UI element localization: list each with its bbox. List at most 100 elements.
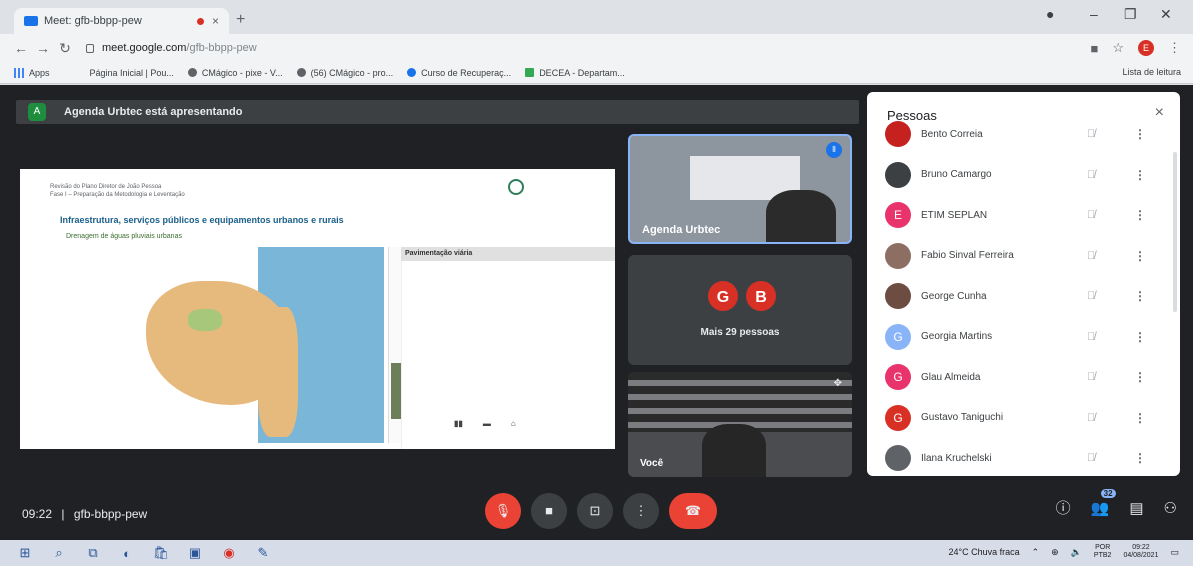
language-indicator[interactable]: POR PTB2 xyxy=(1094,544,1112,560)
hangup-icon: ☎ xyxy=(684,503,702,518)
meeting-clock: 09:22 xyxy=(22,507,53,521)
participant-name: Bento Correia xyxy=(921,128,983,140)
pen-app-icon[interactable]: ✎ xyxy=(246,545,280,561)
slide-subtitle: Drenagem de águas pluviais urbanas xyxy=(66,233,182,240)
browser-tab[interactable]: Meet: gfb-bbpp-pew × xyxy=(14,8,229,34)
volume-icon[interactable]: 🔈 xyxy=(1071,547,1082,558)
participant-row[interactable]: G Glau Almeida 🎙̸ ⋮ xyxy=(867,357,1180,398)
map-land-coast xyxy=(258,307,298,437)
bookmark-favicon-icon xyxy=(407,68,417,77)
logo-circle-icon xyxy=(508,179,524,195)
participant-avatar xyxy=(885,242,911,269)
shared-slide[interactable]: Revisão do Plano Diretor de João Pessoa … xyxy=(20,169,615,449)
bookmark-star-icon[interactable]: ☆ xyxy=(1112,40,1124,56)
slide-header-line: Fase I – Preparação da Metodologia e Lev… xyxy=(50,192,185,198)
reload-icon[interactable]: ↻ xyxy=(54,40,76,57)
camera-in-use-icon[interactable]: ■ xyxy=(1090,41,1098,56)
browser-menu-icon[interactable]: ⋮ xyxy=(1168,40,1181,56)
map-park xyxy=(188,309,222,331)
participant-more-icon[interactable]: ⋮ xyxy=(1134,249,1146,263)
pavimentacao-label: Pavimentação viária xyxy=(401,247,615,261)
people-list-scrollbar[interactable] xyxy=(1173,152,1177,312)
meet-stage: A Agenda Urbtec está apresentando Revisã… xyxy=(0,85,1193,540)
more-options-button[interactable]: ⋮ xyxy=(623,493,659,529)
people-button[interactable]: 32 👥 xyxy=(1091,488,1116,517)
present-button[interactable]: ⊡ xyxy=(577,493,613,529)
pin-icon[interactable]: ✥ xyxy=(834,378,842,389)
participant-tile-others[interactable]: G B Mais 29 pessoas xyxy=(628,255,852,365)
participant-avatar xyxy=(885,121,911,148)
tab-close-icon[interactable]: × xyxy=(212,14,219,28)
participant-more-icon[interactable]: ⋮ xyxy=(1134,208,1146,222)
people-panel: Pessoas × Bento Correia 🎙̸ ⋮ Bruno Camargo 🎙… xyxy=(867,92,1180,476)
participant-more-icon[interactable]: ⋮ xyxy=(1134,168,1146,182)
bookmark-item[interactable]: Página Inicial | Pou... xyxy=(90,68,174,78)
account-circle-icon[interactable]: ● xyxy=(1046,6,1054,22)
network-icon[interactable]: ⊕ xyxy=(1051,547,1059,558)
participant-row[interactable]: E ETIM SEPLAN 🎙̸ ⋮ xyxy=(867,195,1180,236)
search-icon[interactable]: ⌕ xyxy=(42,545,76,561)
profile-avatar[interactable]: E xyxy=(1138,40,1154,56)
participant-row[interactable]: Bruno Camargo 🎙̸ ⋮ xyxy=(867,155,1180,196)
participant-more-icon[interactable]: ⋮ xyxy=(1134,370,1146,384)
store-icon[interactable]: 🛍 xyxy=(144,545,178,561)
apps-grid-icon xyxy=(14,67,24,78)
participant-more-icon[interactable]: ⋮ xyxy=(1134,411,1146,425)
address-bar: ← → ↻ meet.google.com/gfb-bbpp-pew ■ ☆ E… xyxy=(0,34,1193,62)
datetime[interactable]: 09:22 04/08/2021 xyxy=(1123,544,1158,560)
participant-tile-self[interactable]: ✥ Você xyxy=(628,372,852,477)
tab-title: Meet: gfb-bbpp-pew xyxy=(44,15,142,27)
url-field[interactable]: meet.google.com/gfb-bbpp-pew xyxy=(86,42,257,54)
chrome-icon[interactable]: ◉ xyxy=(212,545,246,561)
minimize-icon[interactable]: – xyxy=(1090,6,1098,22)
forward-icon[interactable]: → xyxy=(32,40,54,56)
camera-icon: ■ xyxy=(545,503,553,518)
participant-more-icon[interactable]: ⋮ xyxy=(1134,127,1146,141)
file-explorer-icon[interactable]: ▣ xyxy=(178,545,212,561)
time-label: 09:22 xyxy=(1132,544,1150,551)
participant-row[interactable]: G Gustavo Taniguchi 🎙̸ ⋮ xyxy=(867,398,1180,439)
participant-tile-presenter[interactable]: ⦀ Agenda Urbtec xyxy=(628,134,852,244)
notifications-icon[interactable]: ▭ xyxy=(1170,547,1179,558)
restore-icon[interactable]: ❐ xyxy=(1124,6,1137,23)
participant-more-icon[interactable]: ⋮ xyxy=(1134,289,1146,303)
participant-row[interactable]: G Georgia Martins 🎙̸ ⋮ xyxy=(867,317,1180,358)
participant-row[interactable]: Fabio Sinval Ferreira 🎙̸ ⋮ xyxy=(867,236,1180,277)
info-icon[interactable]: ⓘ xyxy=(1056,497,1071,518)
participant-more-icon[interactable]: ⋮ xyxy=(1134,451,1146,465)
partner-logo-icon: ⌂ xyxy=(510,419,516,428)
recording-indicator-icon xyxy=(196,17,204,25)
bookmark-item[interactable]: DECEA - Departam... xyxy=(525,68,625,78)
activities-icon[interactable]: ⚇ xyxy=(1164,499,1177,517)
urbtec-logo-icon: ▮▮ xyxy=(454,419,463,428)
self-name: Você xyxy=(640,458,664,469)
task-view-icon[interactable]: ⧉ xyxy=(76,545,110,561)
weather-widget[interactable]: 24°C Chuva fraca xyxy=(948,547,1019,557)
mic-off-icon: 🎙̸ xyxy=(1087,452,1096,465)
reading-list-button[interactable]: Lista de leitura xyxy=(1122,67,1181,77)
hangup-button[interactable]: ☎ xyxy=(669,493,717,529)
participant-row[interactable]: Ilana Kruchelski 🎙̸ ⋮ xyxy=(867,438,1180,476)
mic-off-button[interactable]: 🎙 xyxy=(485,493,521,529)
participant-row[interactable]: Bento Correia 🎙̸ ⋮ xyxy=(867,114,1180,155)
participant-avatar: E xyxy=(885,202,911,229)
bookmark-item[interactable]: (56) CMágico - pro... xyxy=(296,68,393,78)
back-icon[interactable]: ← xyxy=(10,40,32,56)
participant-name: ETIM SEPLAN xyxy=(921,209,988,221)
participant-name: Bruno Camargo xyxy=(921,169,992,181)
bookmark-item[interactable]: CMágico - pixe - V... xyxy=(187,68,283,78)
bookmark-item[interactable]: Curso de Recuperaç... xyxy=(407,68,511,78)
tray-chevron-icon[interactable]: ⌃ xyxy=(1032,547,1040,558)
bookmarks-bar: Apps Página Inicial | Pou... CMágico - p… xyxy=(0,62,1193,84)
more-icon: ⋮ xyxy=(634,503,648,518)
new-tab-button[interactable]: + xyxy=(236,11,245,29)
participant-row[interactable]: George Cunha 🎙̸ ⋮ xyxy=(867,276,1180,317)
bookmark-apps[interactable]: Apps xyxy=(14,67,50,78)
chat-icon[interactable]: ▤ xyxy=(1129,499,1143,517)
participant-more-icon[interactable]: ⋮ xyxy=(1134,330,1146,344)
close-window-icon[interactable]: ✕ xyxy=(1160,6,1172,23)
camera-button[interactable]: ■ xyxy=(531,493,567,529)
slide-logo xyxy=(508,179,528,195)
edge-icon[interactable]: ◐ xyxy=(110,546,144,561)
windows-icon[interactable]: ⊞ xyxy=(8,545,42,561)
